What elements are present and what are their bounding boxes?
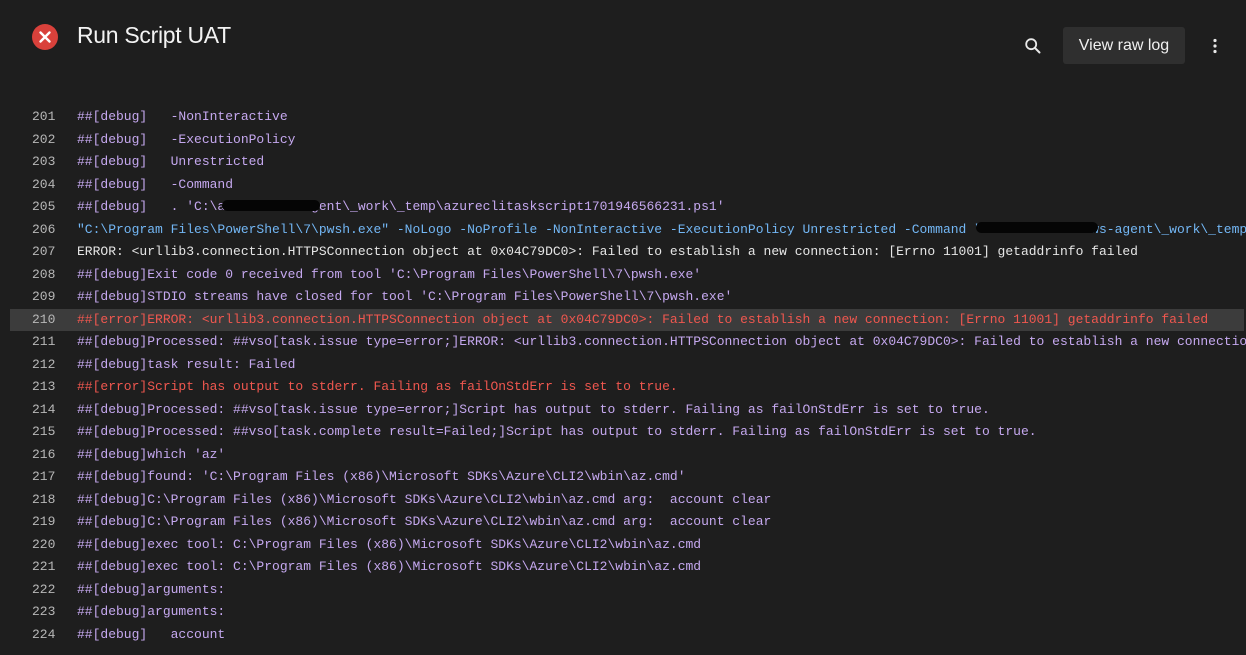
log-line[interactable]: 207 ERROR: <urllib3.connection.HTTPSConne… [0, 241, 1246, 264]
line-text: ##[debug]arguments: [77, 581, 226, 597]
line-text: ##[debug]Processed: ##vso[task.issue typ… [77, 334, 1246, 349]
line-number[interactable]: 214 [32, 399, 55, 422]
line-text: ##[debug] -ExecutionPolicy [77, 131, 296, 147]
line-number[interactable]: 208 [32, 264, 55, 287]
log-line[interactable]: 221 ##[debug]exec tool: C:\Program Files … [0, 556, 1246, 579]
line-text: ##[debug]arguments: [77, 604, 226, 619]
line-text: ##[debug]Processed: ##vso[task.complete … [77, 424, 1037, 439]
log-line[interactable]: 202 ##[debug] -ExecutionPolicy [0, 129, 1246, 152]
view-raw-log-button[interactable]: View raw log [1063, 27, 1185, 64]
log-line[interactable]: 204 ##[debug] -Command [0, 174, 1246, 197]
log-line[interactable]: 203 ##[debug] Unrestricted [0, 151, 1246, 174]
log-line[interactable]: 215 ##[debug]Processed: ##vso[task.comple… [0, 421, 1246, 444]
log-line-highlighted[interactable]: 210 ##[error]ERROR: <urllib3.connection.H… [10, 308, 1244, 332]
line-text: ##[debug] -NonInteractive [77, 109, 288, 124]
log-line[interactable]: 201 ##[debug] -NonInteractive [0, 106, 1246, 129]
log-line[interactable]: 211 ##[debug]Processed: ##vso[task.issue … [0, 331, 1246, 354]
log-line[interactable]: 218 ##[debug]C:\Program Files (x86)\Micro… [0, 489, 1246, 512]
line-text: ##[debug] Unrestricted [77, 154, 265, 169]
line-text: ##[debug] -Command [77, 176, 234, 192]
search-icon [1025, 38, 1041, 54]
line-number[interactable]: 221 [32, 556, 55, 579]
log-line[interactable]: 216 ##[debug]which 'az' [0, 444, 1246, 467]
line-number[interactable]: 210 [32, 309, 55, 332]
line-number[interactable]: 224 [32, 624, 55, 647]
log-line[interactable]: 212 ##[debug]task result: Failed [0, 354, 1246, 377]
line-number[interactable]: 218 [32, 489, 55, 512]
redaction-mark [222, 200, 320, 211]
line-number[interactable]: 215 [32, 421, 55, 444]
log-line[interactable]: 222 ##[debug]arguments: [0, 579, 1246, 602]
line-number[interactable]: 213 [32, 376, 55, 399]
line-number[interactable]: 211 [32, 331, 55, 354]
line-number[interactable]: 205 [32, 196, 55, 219]
line-text: ##[error]Script has output to stderr. Fa… [77, 379, 678, 394]
line-text: ##[debug]exec tool: C:\Program Files (x8… [77, 559, 702, 574]
line-text: ##[debug]exec tool: C:\Program Files (x8… [77, 536, 702, 552]
log-header: Run Script UAT View raw log [0, 0, 1246, 80]
log-line[interactable]: 213 ##[error]Script has output to stderr.… [0, 376, 1246, 399]
line-number[interactable]: 203 [32, 151, 55, 174]
line-text: ##[debug]STDIO streams have closed for t… [77, 289, 733, 304]
line-number[interactable]: 204 [32, 174, 55, 197]
line-number[interactable]: 216 [32, 444, 55, 467]
line-number[interactable]: 207 [32, 241, 55, 264]
line-number[interactable]: 206 [32, 219, 55, 242]
log-line[interactable]: 220 ##[debug]exec tool: C:\Program Files … [0, 534, 1246, 557]
log-line[interactable]: 206 "C:\Program Files\PowerShell\7\pwsh.e… [0, 219, 1246, 242]
line-text: ##[debug] . 'C:\a2-windows-agent\_work\_… [77, 199, 725, 214]
redaction-mark [976, 221, 1098, 233]
line-text: ##[debug]which 'az' [77, 446, 226, 462]
line-text: ##[debug] account [77, 626, 226, 642]
log-line[interactable]: 214 ##[debug]Processed: ##vso[task.issue … [0, 399, 1246, 422]
log-line[interactable]: 223 ##[debug]arguments: [0, 601, 1246, 624]
line-number[interactable]: 202 [32, 129, 55, 152]
log-line[interactable]: 219 ##[debug]C:\Program Files (x86)\Micro… [0, 511, 1246, 534]
line-text: ERROR: <urllib3.connection.HTTPSConnecti… [77, 244, 1138, 259]
line-number[interactable]: 217 [32, 466, 55, 489]
log-line[interactable]: 208 ##[debug]Exit code 0 received from to… [0, 264, 1246, 287]
more-vertical-icon [1213, 38, 1217, 54]
line-text: ##[debug]Exit code 0 received from tool … [77, 266, 702, 282]
log-line[interactable]: 217 ##[debug]found: 'C:\Program Files (x8… [0, 466, 1246, 489]
log-output: 201 ##[debug] -NonInteractive 202 ##[debug]… [0, 106, 1246, 655]
log-line[interactable]: 224 ##[debug] account [0, 624, 1246, 647]
log-line[interactable]: 205 ##[debug] . 'C:\a2-windows-agent\_wor… [0, 196, 1246, 219]
line-text: ##[debug]task result: Failed [77, 356, 296, 372]
line-text: ##[debug]C:\Program Files (x86)\Microsof… [77, 491, 772, 507]
search-button[interactable] [1019, 32, 1047, 60]
line-text: ##[error]ERROR: <urllib3.connection.HTTP… [77, 311, 1209, 327]
line-text: ##[debug]Processed: ##vso[task.issue typ… [77, 401, 990, 417]
line-number[interactable]: 222 [32, 579, 55, 602]
line-number[interactable]: 219 [32, 511, 55, 534]
log-line[interactable]: 209 ##[debug]STDIO streams have closed fo… [0, 286, 1246, 309]
page-title: Run Script UAT [77, 22, 231, 48]
line-number[interactable]: 223 [32, 601, 55, 624]
error-x-icon [32, 24, 58, 50]
line-number[interactable]: 220 [32, 534, 55, 557]
line-text: ##[debug]C:\Program Files (x86)\Microsof… [77, 514, 772, 529]
more-options-button[interactable] [1203, 32, 1227, 60]
line-number[interactable]: 201 [32, 106, 55, 129]
line-text: ##[debug]found: 'C:\Program Files (x86)\… [77, 469, 686, 484]
line-number[interactable]: 212 [32, 354, 55, 377]
line-number[interactable]: 209 [32, 286, 55, 309]
